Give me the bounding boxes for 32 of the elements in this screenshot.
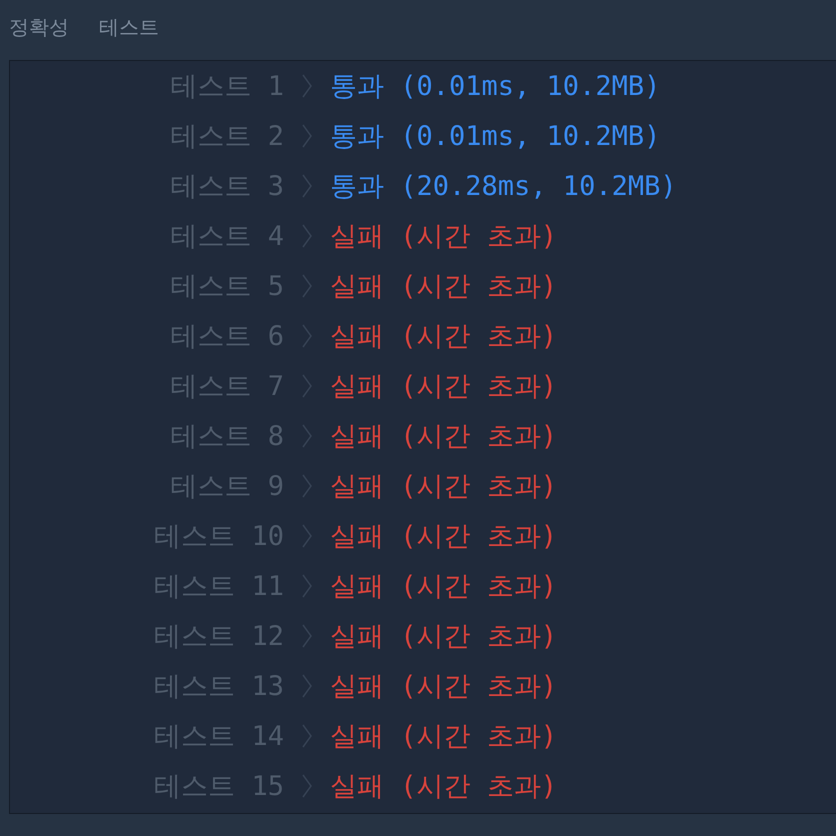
- chevron-icon: [302, 674, 312, 698]
- chevron-icon: [302, 474, 312, 498]
- chevron-icon: [302, 174, 312, 198]
- test-result: 통과 (20.28ms, 10.2MB): [330, 170, 677, 204]
- column-header: 테스트: [99, 14, 159, 40]
- test-result: 통과 (0.01ms, 10.2MB): [330, 70, 660, 104]
- test-result: 실패 (시간 초과): [330, 320, 558, 354]
- chevron-icon: [302, 524, 312, 548]
- test-result: 실패 (시간 초과): [330, 420, 558, 454]
- test-result: 통과 (0.01ms, 10.2MB): [330, 120, 660, 154]
- chevron-icon: [302, 224, 312, 248]
- chevron-icon: [302, 724, 312, 748]
- test-result: 실패 (시간 초과): [330, 670, 558, 704]
- chevron-icon: [302, 124, 312, 148]
- chevron-icon: [302, 374, 312, 398]
- chevron-icon: [302, 324, 312, 348]
- test-result: 실패 (시간 초과): [330, 470, 558, 504]
- test-result: 실패 (시간 초과): [330, 770, 558, 804]
- test-result: 실패 (시간 초과): [330, 370, 558, 404]
- test-result: 실패 (시간 초과): [330, 620, 558, 654]
- test-result: 실패 (시간 초과): [330, 720, 558, 754]
- chevron-icon: [302, 774, 312, 798]
- test-result: 실패 (시간 초과): [330, 520, 558, 554]
- chevron-icon: [302, 274, 312, 298]
- chevron-icon: [302, 574, 312, 598]
- test-result: 실패 (시간 초과): [330, 220, 558, 254]
- test-result: 실패 (시간 초과): [330, 570, 558, 604]
- test-result: 실패 (시간 초과): [330, 270, 558, 304]
- chevron-icon: [302, 424, 312, 448]
- chevron-icon: [302, 74, 312, 98]
- chevron-icon: [302, 624, 312, 648]
- column-header: 정확성: [9, 14, 69, 40]
